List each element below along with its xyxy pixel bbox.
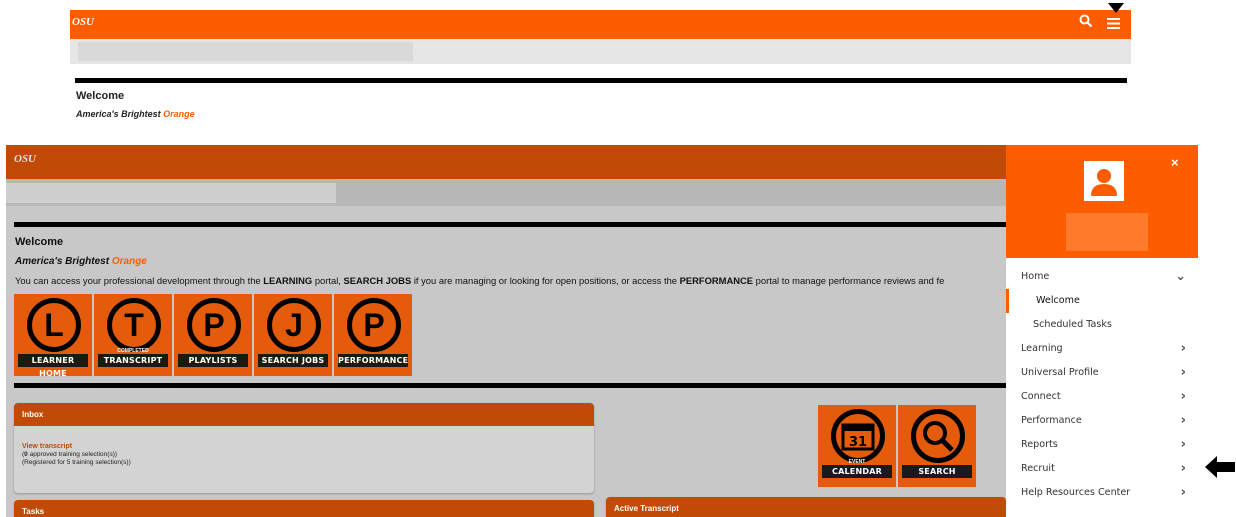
- tile-learner-home[interactable]: L LEARNER HOME: [14, 294, 92, 378]
- main-subheader-field: [6, 183, 336, 203]
- menu-item-label: Reports: [1021, 439, 1058, 450]
- tile-transcript[interactable]: T COMPLETED TRANSCRIPT: [94, 294, 172, 376]
- tagline: America's Brightest Orange: [15, 256, 147, 267]
- avatar[interactable]: [1084, 161, 1124, 201]
- menu-item-recruit[interactable]: Recruit ›: [1006, 457, 1198, 481]
- chevron-down-icon: ⌄: [1175, 269, 1186, 284]
- menu-item-label: Help Resources Center: [1021, 487, 1131, 498]
- chevron-right-icon: ›: [1180, 341, 1186, 356]
- menu-item-label: Performance: [1021, 415, 1082, 426]
- view-transcript-link[interactable]: View transcript: [22, 443, 72, 450]
- panel-title: Active Transcript: [606, 497, 1006, 517]
- menu-item-label: Home: [1021, 271, 1050, 282]
- inbox-line: (0 approved training selection(s)): [22, 451, 118, 458]
- down-arrow-icon: [1108, 0, 1124, 13]
- search-icon[interactable]: [1079, 14, 1093, 28]
- letter-p-icon: P: [347, 298, 401, 352]
- calendar-icon: 31: [831, 409, 885, 463]
- magnifier-icon: [911, 409, 965, 463]
- main-header-bar: [6, 145, 1006, 179]
- top-header-bar: [70, 10, 1131, 39]
- active-transcript-panel: Active Transcript: [606, 497, 1006, 517]
- menu-item-home[interactable]: Home ⌄: [1006, 265, 1198, 289]
- svg-text:OSU: OSU: [72, 16, 95, 28]
- divider: [14, 383, 1009, 388]
- tile-label: CALENDAR: [822, 465, 892, 478]
- osu-logo[interactable]: OSU: [14, 151, 40, 170]
- chevron-right-icon: ›: [1180, 365, 1186, 380]
- letter-t-icon: T: [107, 298, 161, 352]
- tagline: America's Brightest Orange: [76, 109, 195, 119]
- tile-event-calendar[interactable]: 31 EVENT CALENDAR: [818, 405, 896, 487]
- inbox-panel: Inbox View transcript (0 approved traini…: [14, 403, 594, 493]
- letter-p-icon: P: [187, 298, 241, 352]
- menu-item-label: Welcome: [1036, 295, 1080, 306]
- description-text: You can access your professional develop…: [15, 275, 945, 286]
- tile-search[interactable]: SEARCH: [898, 405, 976, 487]
- tile-label: PERFORMANCE: [338, 354, 409, 367]
- menu-item-scheduled-tasks[interactable]: Scheduled Tasks: [1006, 313, 1198, 337]
- top-subheader-field: [78, 42, 413, 61]
- tile-label: SEARCH: [902, 465, 972, 478]
- menu-item-welcome[interactable]: Welcome: [1006, 289, 1198, 313]
- tile-label: SEARCH JOBS: [258, 354, 328, 367]
- divider: [75, 78, 1127, 83]
- main-screenshot: OSU Welcome America's Brightest Orange Y…: [6, 145, 1198, 517]
- chevron-right-icon: ›: [1180, 413, 1186, 428]
- divider: [14, 222, 1009, 227]
- chevron-right-icon: ›: [1180, 437, 1186, 452]
- menu-item-label: Universal Profile: [1021, 367, 1099, 378]
- page-title: Welcome: [76, 90, 125, 102]
- side-menu: × Home ⌄ Welcome Scheduled Tasks Learnin…: [1006, 145, 1198, 517]
- menu-item-learning[interactable]: Learning ›: [1006, 337, 1198, 361]
- letter-l-icon: L: [27, 298, 81, 352]
- inbox-line: (Registered for 5 training selection(s)): [22, 459, 131, 466]
- tile-label: TRANSCRIPT: [98, 354, 168, 367]
- tile-playlists[interactable]: P PLAYLISTS: [174, 294, 252, 376]
- svg-text:31: 31: [849, 435, 867, 450]
- left-arrow-icon: [1205, 456, 1235, 478]
- menu-item-label: Recruit: [1021, 463, 1055, 474]
- menu-item-connect[interactable]: Connect ›: [1006, 385, 1198, 409]
- panel-title: Tasks: [14, 500, 594, 517]
- user-name-placeholder: [1066, 213, 1148, 251]
- tile-search-jobs[interactable]: J SEARCH JOBS: [254, 294, 332, 376]
- chevron-right-icon: ›: [1180, 461, 1186, 476]
- tasks-panel: Tasks: [14, 500, 594, 517]
- tile-label: LEARNER HOME: [18, 354, 88, 378]
- osu-logo[interactable]: OSU: [72, 14, 98, 33]
- page-title: Welcome: [15, 236, 64, 248]
- menu-item-performance[interactable]: Performance ›: [1006, 409, 1198, 433]
- hamburger-menu-icon[interactable]: [1107, 16, 1120, 29]
- tile-label: PLAYLISTS: [178, 354, 248, 367]
- menu-item-label: Scheduled Tasks: [1033, 319, 1112, 330]
- close-icon[interactable]: ×: [1171, 155, 1179, 170]
- chevron-right-icon: ›: [1180, 485, 1186, 500]
- panel-title: Inbox: [14, 403, 594, 426]
- menu-item-help-resources-center[interactable]: Help Resources Center ›: [1006, 481, 1198, 505]
- svg-text:OSU: OSU: [14, 153, 37, 165]
- menu-item-label: Learning: [1021, 343, 1063, 354]
- letter-j-icon: J: [267, 298, 321, 352]
- menu-item-reports[interactable]: Reports ›: [1006, 433, 1198, 457]
- chevron-right-icon: ›: [1180, 389, 1186, 404]
- menu-item-universal-profile[interactable]: Universal Profile ›: [1006, 361, 1198, 385]
- tile-performance[interactable]: P PERFORMANCE: [334, 294, 412, 376]
- menu-item-label: Connect: [1021, 391, 1061, 402]
